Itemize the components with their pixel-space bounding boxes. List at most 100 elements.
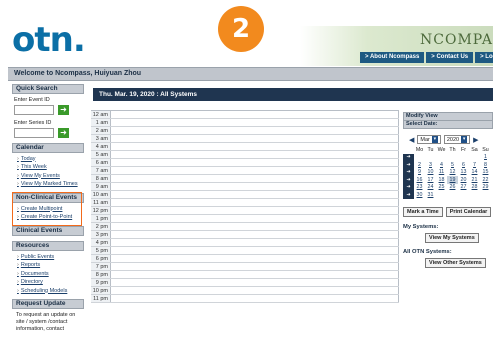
link-reports[interactable]: › Reports [12, 262, 84, 268]
year-select[interactable]: 2020 ▾ [443, 135, 471, 144]
calendar-heading: Calendar [12, 143, 84, 153]
calendar-day[interactable]: 17 [425, 176, 436, 184]
calendar-day[interactable]: 16 [414, 176, 425, 184]
time-label: 6 pm [91, 255, 111, 262]
calendar-day[interactable]: 8 [480, 161, 491, 169]
calendar-day[interactable]: 21 [469, 176, 480, 184]
view-other-systems-button[interactable]: View Other Systems [425, 257, 486, 268]
time-label: 11 pm [91, 295, 111, 302]
time-slot[interactable] [111, 279, 399, 286]
time-slot[interactable] [111, 239, 399, 246]
calendar-day[interactable]: 4 [436, 161, 447, 169]
time-slot[interactable] [111, 231, 399, 238]
weekday-header: Su [482, 146, 489, 153]
mark-a-time-button[interactable]: Mark a Time [403, 206, 443, 217]
time-slot[interactable] [111, 135, 399, 142]
print-calendar-button[interactable]: Print Calendar [445, 206, 492, 217]
time-slot[interactable] [111, 199, 399, 206]
calendar-day[interactable]: 3 [425, 161, 436, 169]
time-slot[interactable] [111, 143, 399, 150]
series-id-input[interactable] [14, 128, 54, 138]
time-slot[interactable] [111, 223, 399, 230]
link-view-my-marked-times[interactable]: › View My Marked Times [12, 181, 84, 187]
time-label: 9 pm [91, 279, 111, 286]
week-select-icon[interactable]: ➜ [403, 183, 414, 191]
view-my-systems-button[interactable]: View My Systems [425, 232, 479, 243]
time-slot[interactable] [111, 119, 399, 126]
week-select-icon[interactable]: ➜ [403, 191, 414, 199]
time-row: 9 pm [91, 279, 399, 287]
header: otn. NCOMPASS 2 > About Ncompass > Conta… [0, 0, 493, 66]
time-slot[interactable] [111, 207, 399, 214]
link-public-events[interactable]: › Public Events [12, 254, 84, 260]
next-month-icon[interactable]: ▶ [473, 136, 478, 144]
calendar-day[interactable]: 20 [458, 176, 469, 184]
calendar-day[interactable]: 25 [436, 184, 447, 192]
link-view-my-events[interactable]: › View My Events [12, 173, 84, 179]
calendar-day[interactable]: 23 [414, 184, 425, 192]
time-slot[interactable] [111, 271, 399, 278]
time-slot[interactable] [111, 215, 399, 222]
link-this-week[interactable]: › This Week [12, 164, 84, 170]
calendar-day[interactable]: 29 [480, 184, 491, 192]
calendar-day[interactable]: 14 [469, 169, 480, 177]
time-label: 2 am [91, 127, 111, 134]
time-slot[interactable] [111, 287, 399, 294]
calendar-day[interactable]: 27 [458, 184, 469, 192]
calendar-day[interactable]: 31 [425, 191, 436, 199]
nav-contact-us[interactable]: > Contact Us [426, 52, 474, 63]
calendar-day[interactable]: 18 [436, 176, 447, 184]
time-slot[interactable] [111, 263, 399, 270]
time-slot[interactable] [111, 127, 399, 134]
time-slot[interactable] [111, 191, 399, 198]
calendar-day[interactable]: 26 [447, 184, 458, 192]
time-slot[interactable] [111, 255, 399, 262]
calendar-day[interactable]: 5 [447, 161, 458, 169]
calendar-day[interactable]: 11 [436, 169, 447, 177]
time-slot[interactable] [111, 183, 399, 190]
week-select-icon[interactable]: ➜ [403, 176, 414, 184]
month-select[interactable]: Mar ▾ [417, 135, 441, 144]
time-slot[interactable] [111, 247, 399, 254]
calendar-day[interactable]: 13 [458, 169, 469, 177]
time-slot[interactable] [111, 167, 399, 174]
time-row: 5 pm [91, 247, 399, 255]
link-scheduling-models[interactable]: › Scheduling Models [12, 288, 84, 294]
otn-logo[interactable]: otn. [12, 23, 86, 57]
time-slot[interactable] [111, 159, 399, 166]
link-documents[interactable]: › Documents [12, 271, 84, 277]
nav-about-ncompass[interactable]: > About Ncompass [360, 52, 425, 63]
link-today[interactable]: › Today [12, 156, 84, 162]
calendar-day[interactable]: 1 [480, 154, 491, 162]
calendar-day[interactable]: 22 [480, 176, 491, 184]
calendar-day[interactable]: 24 [425, 184, 436, 192]
time-row: 6 pm [91, 255, 399, 263]
calendar-day[interactable]: 15 [480, 169, 491, 177]
calendar-day[interactable]: 10 [425, 169, 436, 177]
week-select-icon[interactable]: ➜ [403, 168, 414, 176]
time-label: 4 pm [91, 239, 111, 246]
week-select-icon[interactable]: ➜ [403, 161, 414, 169]
nav-logout[interactable]: > Logout [475, 52, 493, 63]
event-go-button[interactable]: ➜ [58, 105, 69, 115]
time-label: 5 am [91, 151, 111, 158]
event-id-input[interactable] [14, 105, 54, 115]
calendar-day[interactable]: 30 [414, 191, 425, 199]
week-select-icon[interactable]: ➜ [403, 153, 414, 161]
time-slot[interactable] [111, 111, 399, 118]
series-go-button[interactable]: ➜ [58, 128, 69, 138]
calendar-day[interactable]: 2 [414, 161, 425, 169]
calendar-day[interactable]: 12 [447, 169, 458, 177]
calendar-day[interactable]: 7 [469, 161, 480, 169]
link-directory[interactable]: › Directory [12, 279, 84, 285]
time-row: 4 pm [91, 239, 399, 247]
time-slot[interactable] [111, 175, 399, 182]
prev-month-icon[interactable]: ◀ [409, 136, 414, 144]
calendar-day[interactable]: 9 [414, 169, 425, 177]
time-slot[interactable] [111, 295, 399, 302]
calendar-day[interactable]: 6 [458, 161, 469, 169]
calendar-day[interactable]: 28 [469, 184, 480, 192]
calendar-day[interactable]: 19 [447, 176, 458, 184]
clinical-events-heading[interactable]: Clinical Events [12, 226, 84, 236]
time-slot[interactable] [111, 151, 399, 158]
